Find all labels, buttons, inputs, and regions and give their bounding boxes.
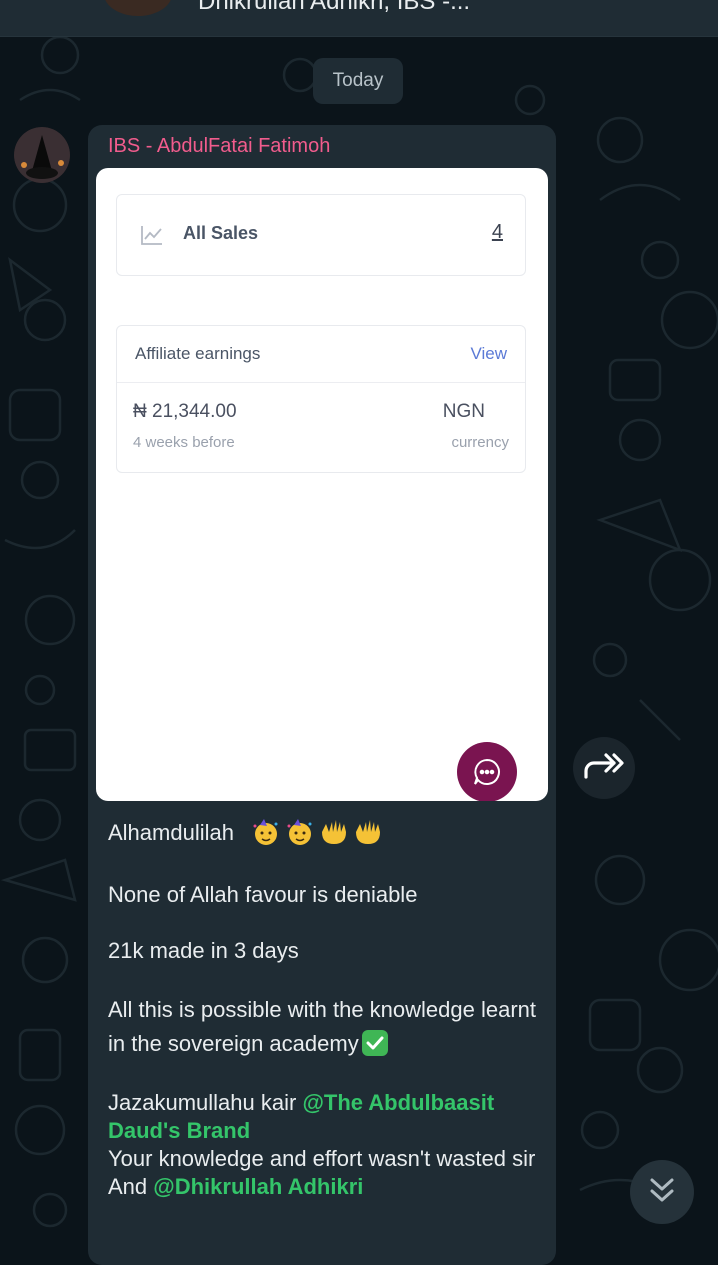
group-avatar[interactable] (104, 0, 172, 16)
date-separator: Today (313, 58, 403, 104)
sender-name[interactable]: IBS - AbdulFatai Fatimoh (108, 135, 330, 158)
image-attachment[interactable]: All Sales 4 Affiliate earnings View ₦ 21… (96, 168, 548, 801)
earnings-card-header: Affiliate earnings View (117, 326, 525, 383)
sender-avatar[interactable] (14, 127, 70, 183)
message-text-line7: And (108, 1174, 154, 1199)
earnings-title: Affiliate earnings (135, 344, 261, 363)
message-text-line3: 21k made in 3 days (108, 938, 299, 963)
currency-label: currency (451, 434, 509, 451)
palms-up-emoji (320, 818, 348, 846)
all-sales-label: All Sales (183, 223, 259, 243)
earnings-period: 4 weeks before (133, 434, 235, 451)
forward-icon (584, 751, 624, 786)
affiliate-earnings-card: Affiliate earnings View ₦ 21,344.00 4 we… (116, 325, 526, 473)
scroll-to-bottom-button[interactable] (630, 1160, 694, 1224)
message-text-line2: None of Allah favour is deniable (108, 882, 418, 907)
message-paragraph: All this is possible with the knowledge … (108, 993, 548, 1061)
party-face-emoji (252, 818, 280, 846)
forward-button[interactable] (573, 737, 635, 799)
currency-code: NGN (442, 401, 485, 422)
message-line: Alhamdulilah (108, 818, 548, 847)
message-text-line4: All this is possible with the knowledge … (108, 997, 537, 1056)
message-text-line5: Jazakumullahu kair (108, 1090, 303, 1115)
line-chart-icon (141, 225, 163, 250)
check-mark-emoji (361, 1029, 389, 1057)
message-text-line6: Your knowledge and effort wasn't wasted … (108, 1146, 536, 1171)
earnings-view-link: View (470, 344, 507, 363)
mention-link[interactable]: @Dhikrullah Adhikri (153, 1174, 363, 1199)
party-face-emoji (286, 818, 314, 846)
all-sales-card: All Sales 4 (116, 194, 526, 276)
chat-title[interactable]: Dhikrullah Adhikri, IBS -... (198, 0, 470, 16)
chat-header[interactable]: Dhikrullah Adhikri, IBS -... (0, 0, 718, 37)
double-chevron-down-icon (649, 1175, 675, 1210)
all-sales-count: 4 (491, 221, 503, 243)
message-paragraph: Jazakumullahu kair @The Abdulbaasit Daud… (108, 1089, 548, 1201)
palms-up-emoji (354, 818, 382, 846)
chat-bubble-icon (457, 742, 517, 801)
earnings-amount: ₦ 21,344.00 (133, 401, 237, 422)
message-text-line1: Alhamdulilah (108, 820, 234, 845)
